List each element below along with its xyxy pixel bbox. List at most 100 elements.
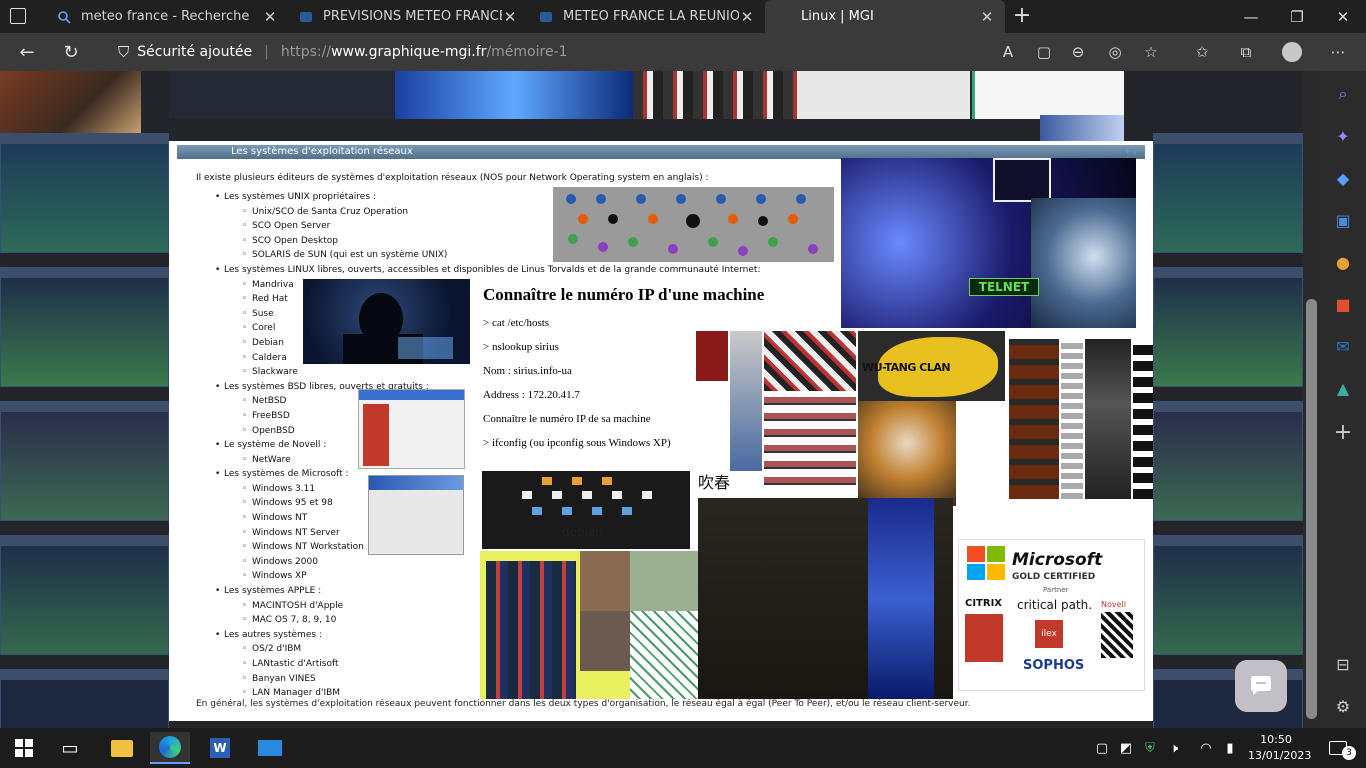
bg-terminal-tile	[0, 401, 169, 521]
weather-site-icon	[538, 9, 554, 25]
wutang-label: WU-TANG CLAN	[862, 361, 951, 374]
fantasy-warrior	[1031, 198, 1136, 328]
favorites-icon[interactable]: ✩	[1187, 37, 1217, 67]
read-aloud-icon[interactable]: A	[993, 37, 1023, 67]
collections-icon[interactable]: ⧉	[1231, 37, 1261, 67]
url-path: /mémoire-1	[486, 44, 568, 60]
restore-icon[interactable]: ❐	[1274, 0, 1320, 33]
partner-label: Partner	[1043, 586, 1069, 594]
profile-avatar[interactable]	[1277, 37, 1307, 67]
meet-now-icon[interactable]: ▢	[1092, 732, 1112, 764]
copilot-icon[interactable]: ✦	[1328, 121, 1358, 151]
file-explorer-icon[interactable]	[102, 732, 142, 764]
task-view-icon[interactable]: ▭	[50, 732, 90, 764]
page-scrollbar[interactable]	[1303, 71, 1320, 735]
system-clock[interactable]: 10:50 13/01/2023	[1248, 732, 1312, 764]
hide-sidebar-icon[interactable]: ⊟	[1328, 649, 1358, 679]
clock-time: 10:50	[1260, 733, 1292, 746]
tab-reunion[interactable]: METEO FRANCE LA RÉUNION pa ✕	[528, 0, 765, 33]
bg-terminal-tile	[0, 669, 169, 735]
tab-linux-mgi[interactable]: Linux | MGI ✕	[765, 0, 1005, 33]
tab-meteo-search[interactable]: meteo france - Recherche ✕	[46, 0, 288, 33]
tools-icon[interactable]: ▣	[1328, 205, 1358, 235]
microsoft-label: Microsoft	[1012, 550, 1103, 570]
tab-previsions[interactable]: PREVISIONS METEO FRANCE - Si ✕	[288, 0, 528, 33]
novell-label: Novell	[1101, 600, 1126, 609]
sophos-label: SOPHOS	[1023, 658, 1085, 673]
telnet-label: TELNET	[969, 278, 1039, 296]
shopping-tag-icon[interactable]: ◆	[1328, 163, 1358, 193]
debian-desktop-screenshot: debian	[482, 471, 690, 549]
top-dialog-thumbnail	[798, 71, 970, 119]
new-tab-icon[interactable]: +	[1010, 4, 1034, 28]
browser-titlebar: meteo france - Recherche ✕ PREVISIONS ME…	[0, 0, 1366, 33]
close-tab-icon[interactable]: ✕	[262, 8, 278, 26]
search-icon[interactable]: ⌕	[1328, 79, 1358, 109]
back-icon[interactable]: ←	[12, 37, 42, 67]
chat-icon	[1251, 676, 1271, 695]
tracking-icon[interactable]: ◎	[1100, 37, 1130, 67]
wifi-icon[interactable]: ◠	[1196, 732, 1216, 764]
games-icon[interactable]: ●	[1328, 247, 1358, 277]
edge-sidebar: ⌕ ✦ ◆ ▣ ● ■ ✉ ▲ + ⊟ ⚙	[1320, 71, 1366, 735]
page-viewport: Les systèmes d'exploitation réseaux ⛶ Il…	[0, 71, 1303, 735]
start-windows-icon[interactable]	[4, 732, 44, 764]
refresh-icon[interactable]: ↻	[56, 37, 86, 67]
tab-title: METEO FRANCE LA RÉUNION pa	[563, 9, 739, 24]
word-icon[interactable]: W	[200, 732, 240, 764]
close-tab-icon[interactable]: ✕	[739, 8, 755, 26]
microsoft-logo-icon	[967, 546, 1005, 580]
drop-icon[interactable]: ▲	[1328, 373, 1358, 403]
security-shield-icon[interactable]: ⛨	[1140, 732, 1160, 764]
outlook-icon[interactable]: ✉	[1328, 331, 1358, 361]
top-fantasy-thumbnail	[1040, 115, 1124, 141]
scroll-thumb[interactable]	[1306, 299, 1317, 719]
settings-gear-icon[interactable]: ⚙	[1328, 691, 1358, 721]
ip-line: > cat /etc/hosts	[483, 317, 550, 329]
citrix-badge	[965, 614, 1003, 662]
section-header: Les systèmes d'exploitation réseaux	[177, 145, 1145, 159]
close-tab-icon[interactable]: ✕	[502, 8, 518, 26]
close-tab-icon[interactable]: ✕	[979, 8, 995, 26]
zoom-icon[interactable]: ⊖	[1063, 37, 1093, 67]
tab-title: Linux | MGI	[801, 9, 874, 24]
mail-icon[interactable]	[250, 732, 290, 764]
tab-title: PREVISIONS METEO FRANCE - Si	[323, 9, 502, 24]
url-divider: |	[264, 44, 269, 60]
url-field[interactable]: ⛉ Sécurité ajoutée | https:// www.graphi…	[106, 37, 986, 67]
capture-icon[interactable]: ◩	[1116, 732, 1136, 764]
game-scene	[698, 498, 953, 699]
top-terminal-thumbnail	[169, 71, 394, 119]
add-sidebar-icon[interactable]: +	[1328, 417, 1358, 447]
reader-view-icon[interactable]: ▢	[1029, 37, 1059, 67]
office-icon[interactable]: ■	[1328, 289, 1358, 319]
bg-terminal-tile	[0, 535, 169, 655]
search-icon	[56, 9, 72, 25]
tab-actions-icon[interactable]	[10, 8, 26, 24]
speaker-muted-icon[interactable]: 🕨	[1164, 732, 1184, 764]
os-icons-collage	[553, 187, 834, 262]
chat-button[interactable]	[1235, 660, 1287, 712]
close-window-icon[interactable]: ✕	[1320, 0, 1366, 33]
favorite-add-icon[interactable]: ☆	[1136, 37, 1166, 67]
notification-count: 3	[1342, 746, 1356, 760]
security-label: Sécurité ajoutée	[137, 44, 253, 60]
gold-certified-label: GOLD CERTIFIED	[1012, 572, 1096, 582]
bg-terminal-tile	[1153, 535, 1303, 655]
debian-label: debian	[562, 525, 603, 539]
hacker-image	[303, 279, 470, 364]
battery-icon[interactable]: ▮	[1220, 732, 1240, 764]
bg-terminal-tile	[0, 267, 169, 387]
notification-icon[interactable]: 3	[1318, 732, 1358, 764]
edge-browser-icon[interactable]	[150, 732, 190, 764]
article-content: Les systèmes d'exploitation réseaux ⛶ Il…	[169, 141, 1153, 721]
clock-date: 13/01/2023	[1248, 749, 1312, 762]
bg-terminal-tile	[1153, 401, 1303, 521]
shield-icon: ⛉	[118, 43, 130, 61]
people-collage	[480, 551, 698, 699]
top-collage-thumbnail	[633, 71, 798, 119]
windows-server-dialog	[368, 475, 464, 555]
more-icon[interactable]: ⋯	[1323, 37, 1353, 67]
minimize-icon[interactable]: —	[1228, 0, 1274, 33]
novell-badge	[1101, 612, 1133, 658]
